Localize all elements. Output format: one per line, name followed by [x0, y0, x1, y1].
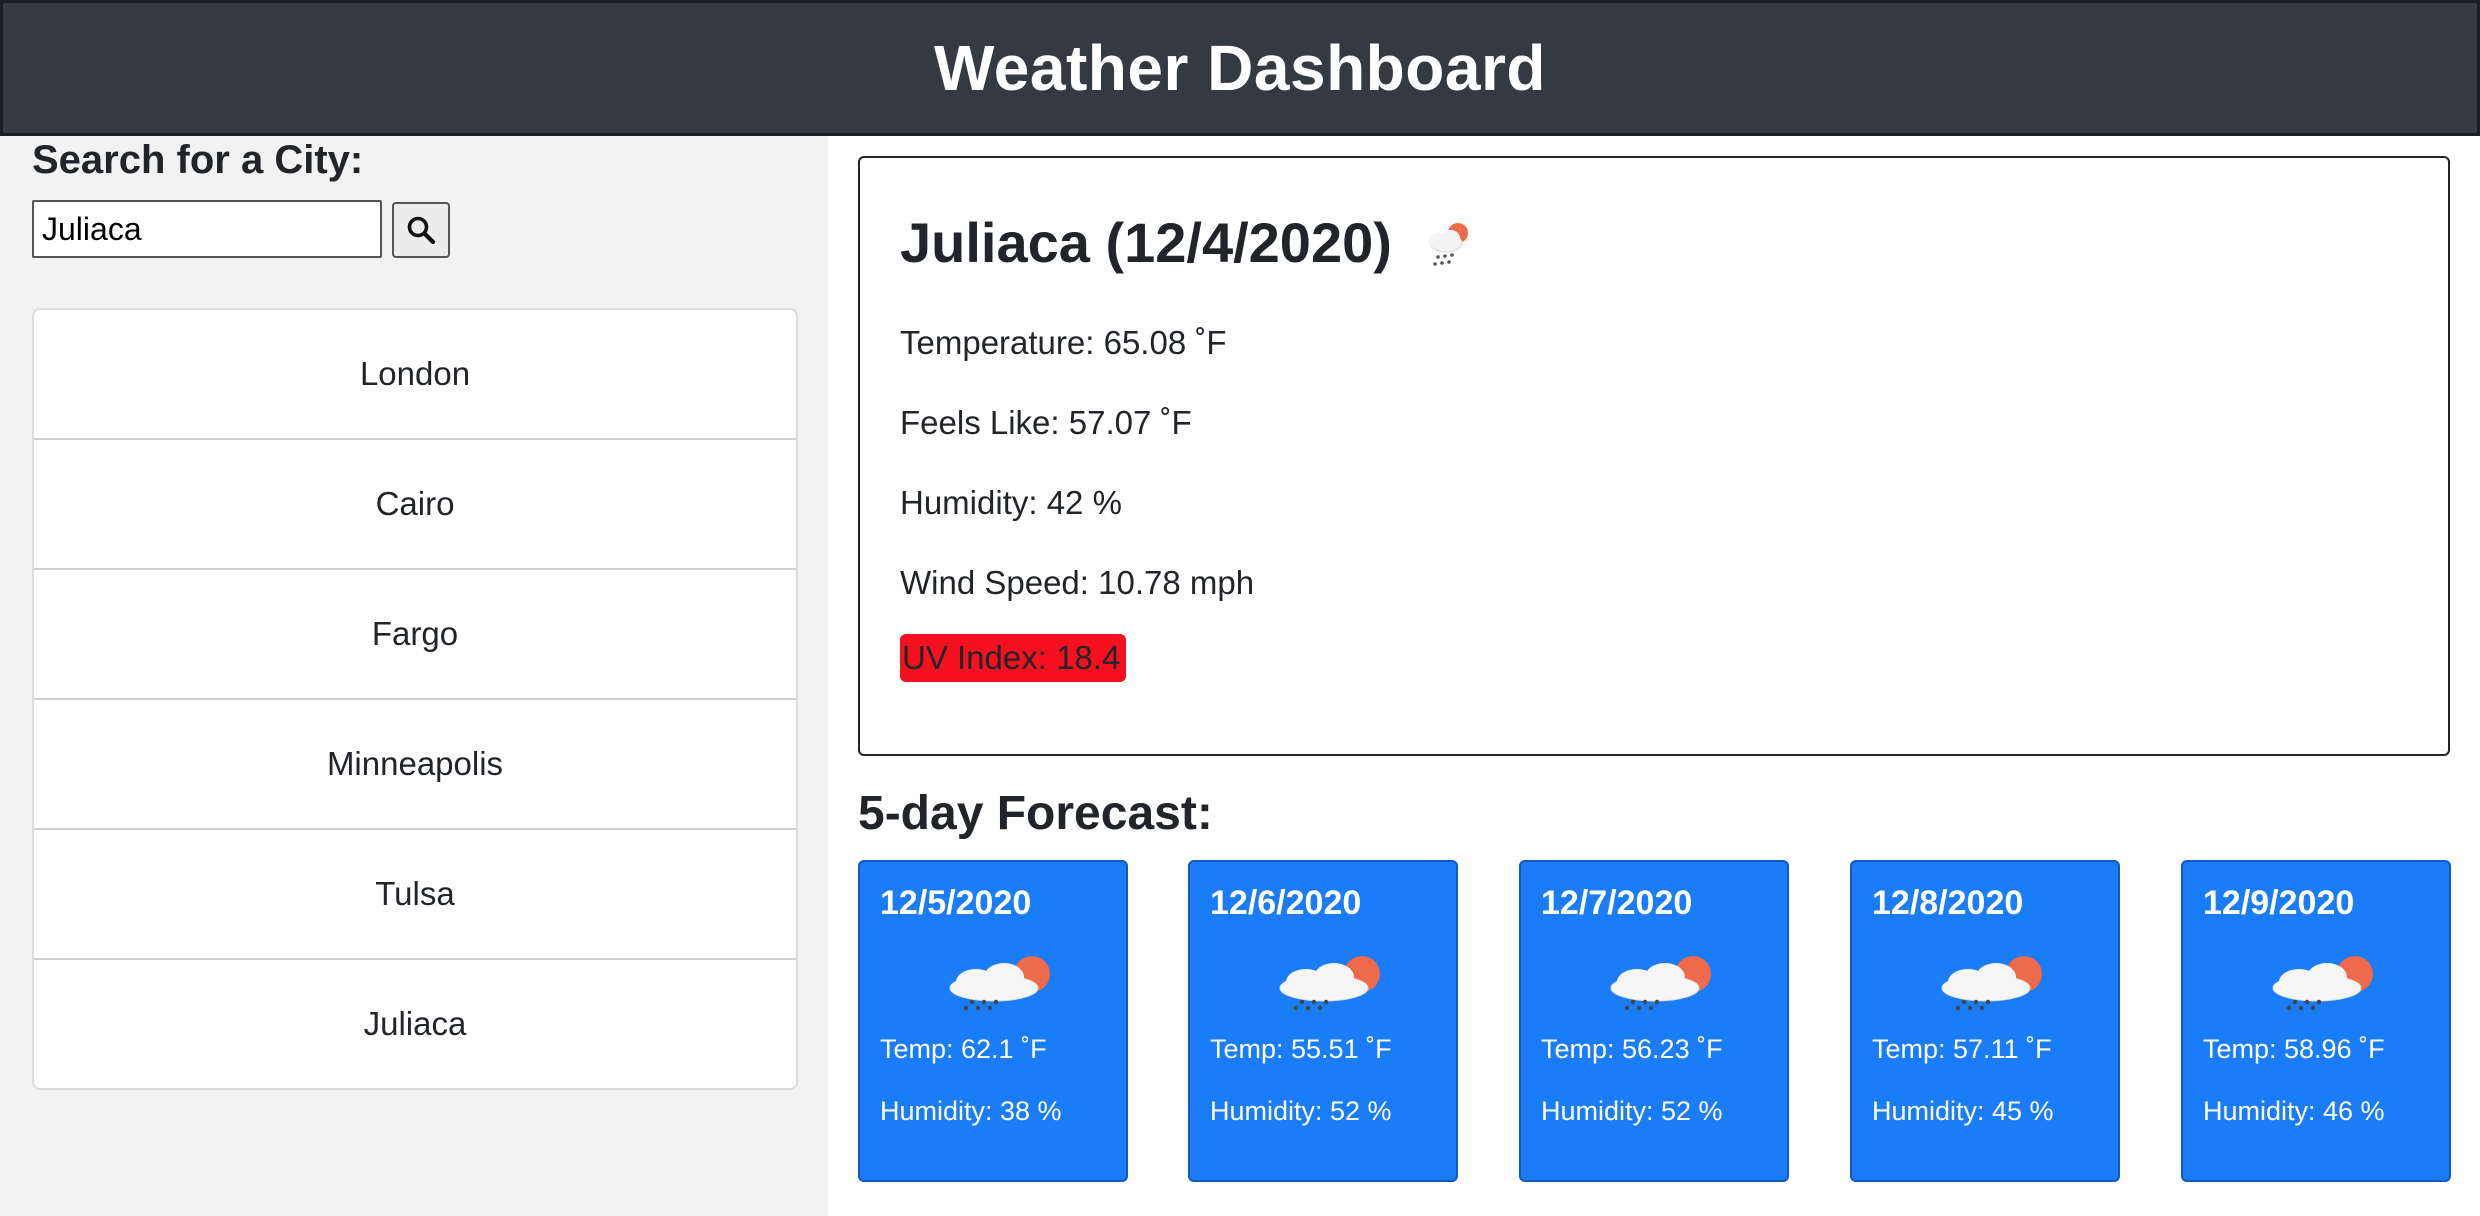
city-history-list: London Cairo Fargo Minneapolis Tulsa Jul… [32, 308, 798, 1090]
city-history-item[interactable]: Juliaca [34, 960, 796, 1088]
app-header: Weather Dashboard [0, 0, 2480, 136]
forecast-temp: Temp: 57.11 ˚F [1872, 1034, 2052, 1064]
forecast-card: 12/8/2020 Temp: 57.11 ˚F Humidity: 45 % [1850, 860, 2120, 1182]
light-rain-icon [1610, 956, 1711, 1011]
city-history-item[interactable]: Cairo [34, 440, 796, 570]
forecast-temp: Temp: 62.1 ˚F [880, 1034, 1047, 1064]
forecast-card: 12/7/2020 Temp: 56.23 ˚F Humidity: 52 % [1519, 860, 1789, 1182]
forecast-card: 12/5/2020 Temp: 62.1 ˚F Humidity: 38 % [858, 860, 1128, 1182]
forecast-date: 12/9/2020 [2203, 884, 2355, 922]
forecast-temp: Temp: 58.96 ˚F [2203, 1034, 2385, 1064]
current-temperature: Temperature: 65.08 ˚F [900, 324, 1227, 361]
forecast-date: 12/6/2020 [1210, 884, 1362, 922]
forecast-date: 12/8/2020 [1872, 884, 2024, 922]
forecast-humidity: Humidity: 52 % [1541, 1096, 1723, 1126]
forecast-card: 12/9/2020 Temp: 58.96 ˚F Humidity: 46 % [2181, 860, 2451, 1182]
current-city-title: Juliaca (12/4/2020) [900, 211, 1392, 274]
light-rain-icon [1279, 956, 1380, 1011]
city-history-item[interactable]: Minneapolis [34, 700, 796, 830]
forecast-date: 12/5/2020 [880, 884, 1032, 922]
current-weather-card: Juliaca (12/4/2020) Temperature: 65.08 ˚… [858, 156, 2450, 756]
light-rain-icon [1941, 956, 2042, 1011]
forecast-humidity: Humidity: 46 % [2203, 1096, 2385, 1126]
city-history-item[interactable]: London [34, 310, 796, 440]
search-label: Search for a City: [32, 138, 364, 182]
current-wind-speed: Wind Speed: 10.78 mph [900, 564, 1255, 601]
forecast-humidity: Humidity: 45 % [1872, 1096, 2054, 1126]
city-history-item[interactable]: Fargo [34, 570, 796, 700]
search-button[interactable] [392, 202, 450, 258]
forecast-card: 12/6/2020 Temp: 55.51 ˚F Humidity: 52 % [1188, 860, 1458, 1182]
forecast-humidity: Humidity: 52 % [1210, 1096, 1392, 1126]
city-history-item[interactable]: Tulsa [34, 830, 796, 960]
light-rain-icon [949, 956, 1050, 1011]
light-rain-icon [2272, 956, 2373, 1011]
search-input[interactable] [32, 200, 382, 258]
current-feels-like: Feels Like: 57.07 ˚F [900, 404, 1192, 441]
uv-index-badge: UV Index: 18.4 [900, 634, 1126, 682]
search-icon [407, 216, 436, 245]
page-title: Weather Dashboard [934, 32, 1546, 104]
current-humidity: Humidity: 42 % [900, 484, 1122, 521]
light-rain-icon [1428, 222, 1468, 266]
forecast-temp: Temp: 56.23 ˚F [1541, 1034, 1723, 1064]
forecast-humidity: Humidity: 38 % [880, 1096, 1062, 1126]
forecast-heading: 5-day Forecast: [858, 787, 1213, 840]
forecast-date: 12/7/2020 [1541, 884, 1693, 922]
current-weather-heading: Juliaca (12/4/2020) [900, 210, 1482, 275]
forecast-temp: Temp: 55.51 ˚F [1210, 1034, 1392, 1064]
